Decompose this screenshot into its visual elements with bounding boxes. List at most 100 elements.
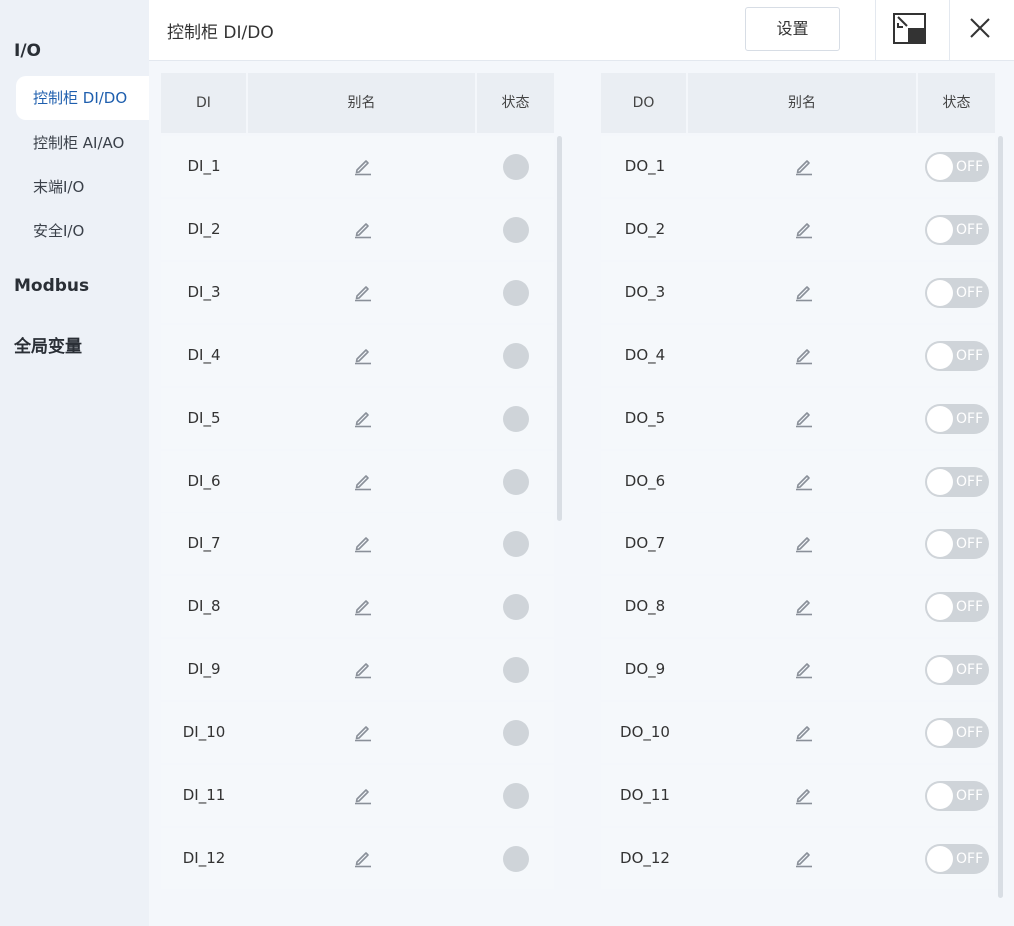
- edit-alias-icon[interactable]: [353, 219, 373, 239]
- do-channel-name: DO_11: [620, 786, 670, 804]
- do-toggle-switch[interactable]: OFF: [925, 843, 989, 874]
- do-col-header-alias: 别名: [688, 73, 916, 133]
- edit-alias-icon[interactable]: [794, 345, 814, 365]
- toggle-knob: [927, 845, 953, 872]
- table-row: DI_8: [161, 576, 554, 638]
- di-channel-name: DI_4: [187, 345, 221, 364]
- edit-alias-icon[interactable]: [353, 408, 373, 428]
- di-status-indicator: [503, 216, 529, 243]
- do-toggle-switch[interactable]: OFF: [925, 466, 989, 497]
- di-channel-name: DI_1: [187, 157, 221, 175]
- edit-alias-icon[interactable]: [794, 219, 814, 239]
- edit-alias-icon[interactable]: [794, 533, 814, 553]
- sidebar-group-io[interactable]: I/O: [14, 41, 41, 61]
- table-row: DI_4: [161, 324, 554, 386]
- di-channel-name: DI_6: [187, 471, 221, 490]
- di-channel-name: DI_11: [182, 786, 226, 804]
- toggle-knob: [927, 594, 953, 621]
- edit-alias-icon[interactable]: [353, 722, 373, 742]
- close-icon[interactable]: [969, 17, 991, 39]
- do-toggle-switch[interactable]: OFF: [925, 403, 989, 434]
- do-channel-name: DO_1: [624, 157, 666, 175]
- toggle-label: OFF: [956, 284, 984, 301]
- table-row: DO_4 OFF: [601, 324, 995, 386]
- di-scrollbar[interactable]: [557, 136, 562, 521]
- do-toggle-switch[interactable]: OFF: [925, 592, 989, 623]
- do-toggle-switch[interactable]: OFF: [925, 781, 989, 811]
- edit-alias-icon[interactable]: [794, 408, 814, 428]
- do-toggle-switch[interactable]: OFF: [925, 214, 989, 245]
- sidebar-item-safety-io[interactable]: 安全I/O: [16, 209, 149, 253]
- do-toggle-switch[interactable]: OFF: [925, 277, 989, 308]
- edit-alias-icon[interactable]: [353, 471, 373, 491]
- do-toggle-switch[interactable]: OFF: [925, 718, 989, 749]
- table-row: DO_9 OFF: [601, 639, 995, 701]
- toggle-label: OFF: [956, 599, 984, 616]
- toggle-knob: [927, 531, 953, 558]
- do-channel-name: DO_10: [620, 723, 670, 742]
- table-row: DI_2: [161, 198, 554, 260]
- table-row: DO_1 OFF: [601, 136, 995, 197]
- do-toggle-switch[interactable]: OFF: [925, 529, 989, 560]
- edit-alias-icon[interactable]: [794, 659, 814, 679]
- table-row: DI_11: [161, 765, 554, 826]
- edit-alias-icon[interactable]: [353, 282, 373, 302]
- do-toggle-switch[interactable]: OFF: [925, 152, 989, 182]
- sidebar-group-global-vars[interactable]: 全局变量: [14, 332, 82, 357]
- sidebar-item-tool-io[interactable]: 末端I/O: [16, 165, 149, 209]
- header: 控制柜 DI/DO 设置: [149, 0, 1014, 61]
- edit-alias-icon[interactable]: [353, 659, 373, 679]
- table-row: DI_7: [161, 513, 554, 575]
- edit-alias-icon[interactable]: [353, 848, 373, 868]
- di-status-indicator: [503, 154, 529, 180]
- table-row: DI_10: [161, 702, 554, 764]
- table-row: DI_3: [161, 261, 554, 323]
- toggle-knob: [927, 405, 953, 432]
- do-channel-name: DO_12: [620, 848, 670, 867]
- di-channel-name: DI_9: [187, 660, 221, 679]
- do-table: DO 别名 状态 DO_1 OFF DO_2 OFF DO_3 OFF DO_4 OFF DO_…: [601, 73, 1005, 898]
- di-status-indicator: [503, 279, 529, 306]
- di-channel-name: DI_3: [187, 282, 221, 301]
- table-row: DO_12 OFF: [601, 827, 995, 889]
- sidebar-item-cabinet-dido[interactable]: 控制柜 DI/DO: [16, 76, 149, 120]
- table-row: DO_10 OFF: [601, 702, 995, 764]
- toggle-knob: [927, 720, 953, 747]
- toggle-label: OFF: [956, 662, 984, 679]
- edit-alias-icon[interactable]: [794, 156, 814, 176]
- do-col-header-status: 状态: [918, 73, 995, 133]
- edit-alias-icon[interactable]: [794, 722, 814, 742]
- do-scrollbar[interactable]: [998, 136, 1003, 898]
- edit-alias-icon[interactable]: [353, 156, 373, 176]
- do-toggle-switch[interactable]: OFF: [925, 655, 989, 686]
- table-row: DO_7 OFF: [601, 513, 995, 575]
- table-row: DO_3 OFF: [601, 261, 995, 323]
- edit-alias-icon[interactable]: [794, 596, 814, 616]
- settings-button[interactable]: 设置: [745, 7, 840, 51]
- edit-alias-icon[interactable]: [353, 596, 373, 616]
- sidebar-group-modbus[interactable]: Modbus: [14, 276, 89, 296]
- edit-alias-icon[interactable]: [794, 848, 814, 868]
- di-status-indicator: [503, 594, 529, 621]
- edit-alias-icon[interactable]: [794, 282, 814, 302]
- toggle-knob: [927, 783, 953, 809]
- do-channel-name: DO_9: [624, 660, 666, 679]
- toggle-knob: [927, 154, 953, 180]
- do-channel-name: DO_2: [624, 219, 666, 238]
- do-channel-name: DO_6: [624, 471, 666, 490]
- di-channel-name: DI_10: [182, 723, 226, 742]
- restore-window-icon[interactable]: [893, 13, 926, 44]
- edit-alias-icon[interactable]: [353, 785, 373, 805]
- edit-alias-icon[interactable]: [794, 785, 814, 805]
- di-table: DI 别名 状态 DI_1 DI_2 DI_3 DI_4 DI_5 DI_6 DI_7 DI_…: [161, 73, 562, 898]
- sidebar-item-cabinet-aiao[interactable]: 控制柜 AI/AO: [16, 121, 149, 165]
- edit-alias-icon[interactable]: [794, 471, 814, 491]
- di-channel-name: DI_12: [182, 848, 226, 867]
- edit-alias-icon[interactable]: [353, 345, 373, 365]
- edit-alias-icon[interactable]: [353, 533, 373, 553]
- do-toggle-switch[interactable]: OFF: [925, 340, 989, 371]
- table-row: DO_2 OFF: [601, 198, 995, 260]
- di-channel-name: DI_5: [187, 408, 221, 427]
- table-row: DO_6 OFF: [601, 450, 995, 512]
- toggle-label: OFF: [956, 347, 984, 364]
